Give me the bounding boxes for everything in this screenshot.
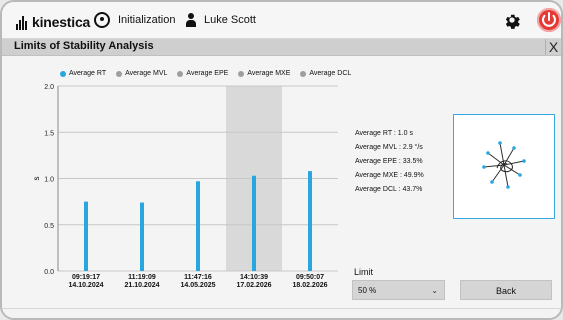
bar[interactable]	[196, 181, 200, 271]
bar[interactable]	[140, 202, 144, 271]
limit-value: 50 %	[358, 286, 377, 295]
stats-panel: Average RT : 1.0 s Average MVL : 2.9 °/s…	[355, 127, 445, 197]
stat-mvl: Average MVL : 2.9 °/s	[355, 144, 423, 151]
y-tick-label: 1.0	[44, 177, 54, 184]
stability-trace-icon	[482, 141, 526, 189]
x-tick-label: 18.02.2026	[292, 282, 327, 289]
y-tick-label: 2.0	[44, 84, 54, 91]
y-tick-label: 0.5	[44, 223, 54, 230]
x-tick-label: 09:50:07	[296, 274, 324, 281]
y-tick-label: 1.5	[44, 130, 54, 137]
x-tick-label: 21.10.2024	[124, 282, 159, 289]
x-tick-label: 11:47:16	[184, 274, 212, 281]
x-tick-label: 09:19:17	[72, 274, 100, 281]
bar[interactable]	[84, 201, 88, 271]
y-axis-label: s	[32, 177, 41, 181]
x-tick-label: 14:10:39	[240, 274, 268, 281]
x-tick-label: 14.10.2024	[68, 282, 103, 289]
stat-rt: Average RT : 1.0 s	[355, 130, 413, 137]
limit-select[interactable]: 50 % ⌄	[352, 280, 445, 300]
x-tick-label: 11:19:09	[128, 274, 156, 281]
bar[interactable]	[252, 175, 256, 271]
chevron-down-icon: ⌄	[431, 286, 438, 295]
x-tick-label: 14.05.2025	[180, 282, 215, 289]
stat-epe: Average EPE : 33.5%	[355, 158, 423, 165]
app-window: kinestica Initialization Luke Scott Limi…	[0, 0, 563, 320]
y-tick-label: 0.0	[44, 269, 54, 276]
stat-dcl: Average DCL : 43.7%	[355, 186, 423, 193]
back-button[interactable]: Back	[460, 280, 552, 300]
stat-mxe: Average MXE : 49.9%	[355, 172, 424, 179]
stability-trace-box	[453, 114, 555, 219]
bar[interactable]	[308, 171, 312, 271]
x-tick-label: 17.02.2026	[236, 282, 271, 289]
bottom-bar	[2, 308, 561, 318]
limit-label: Limit	[354, 267, 374, 277]
